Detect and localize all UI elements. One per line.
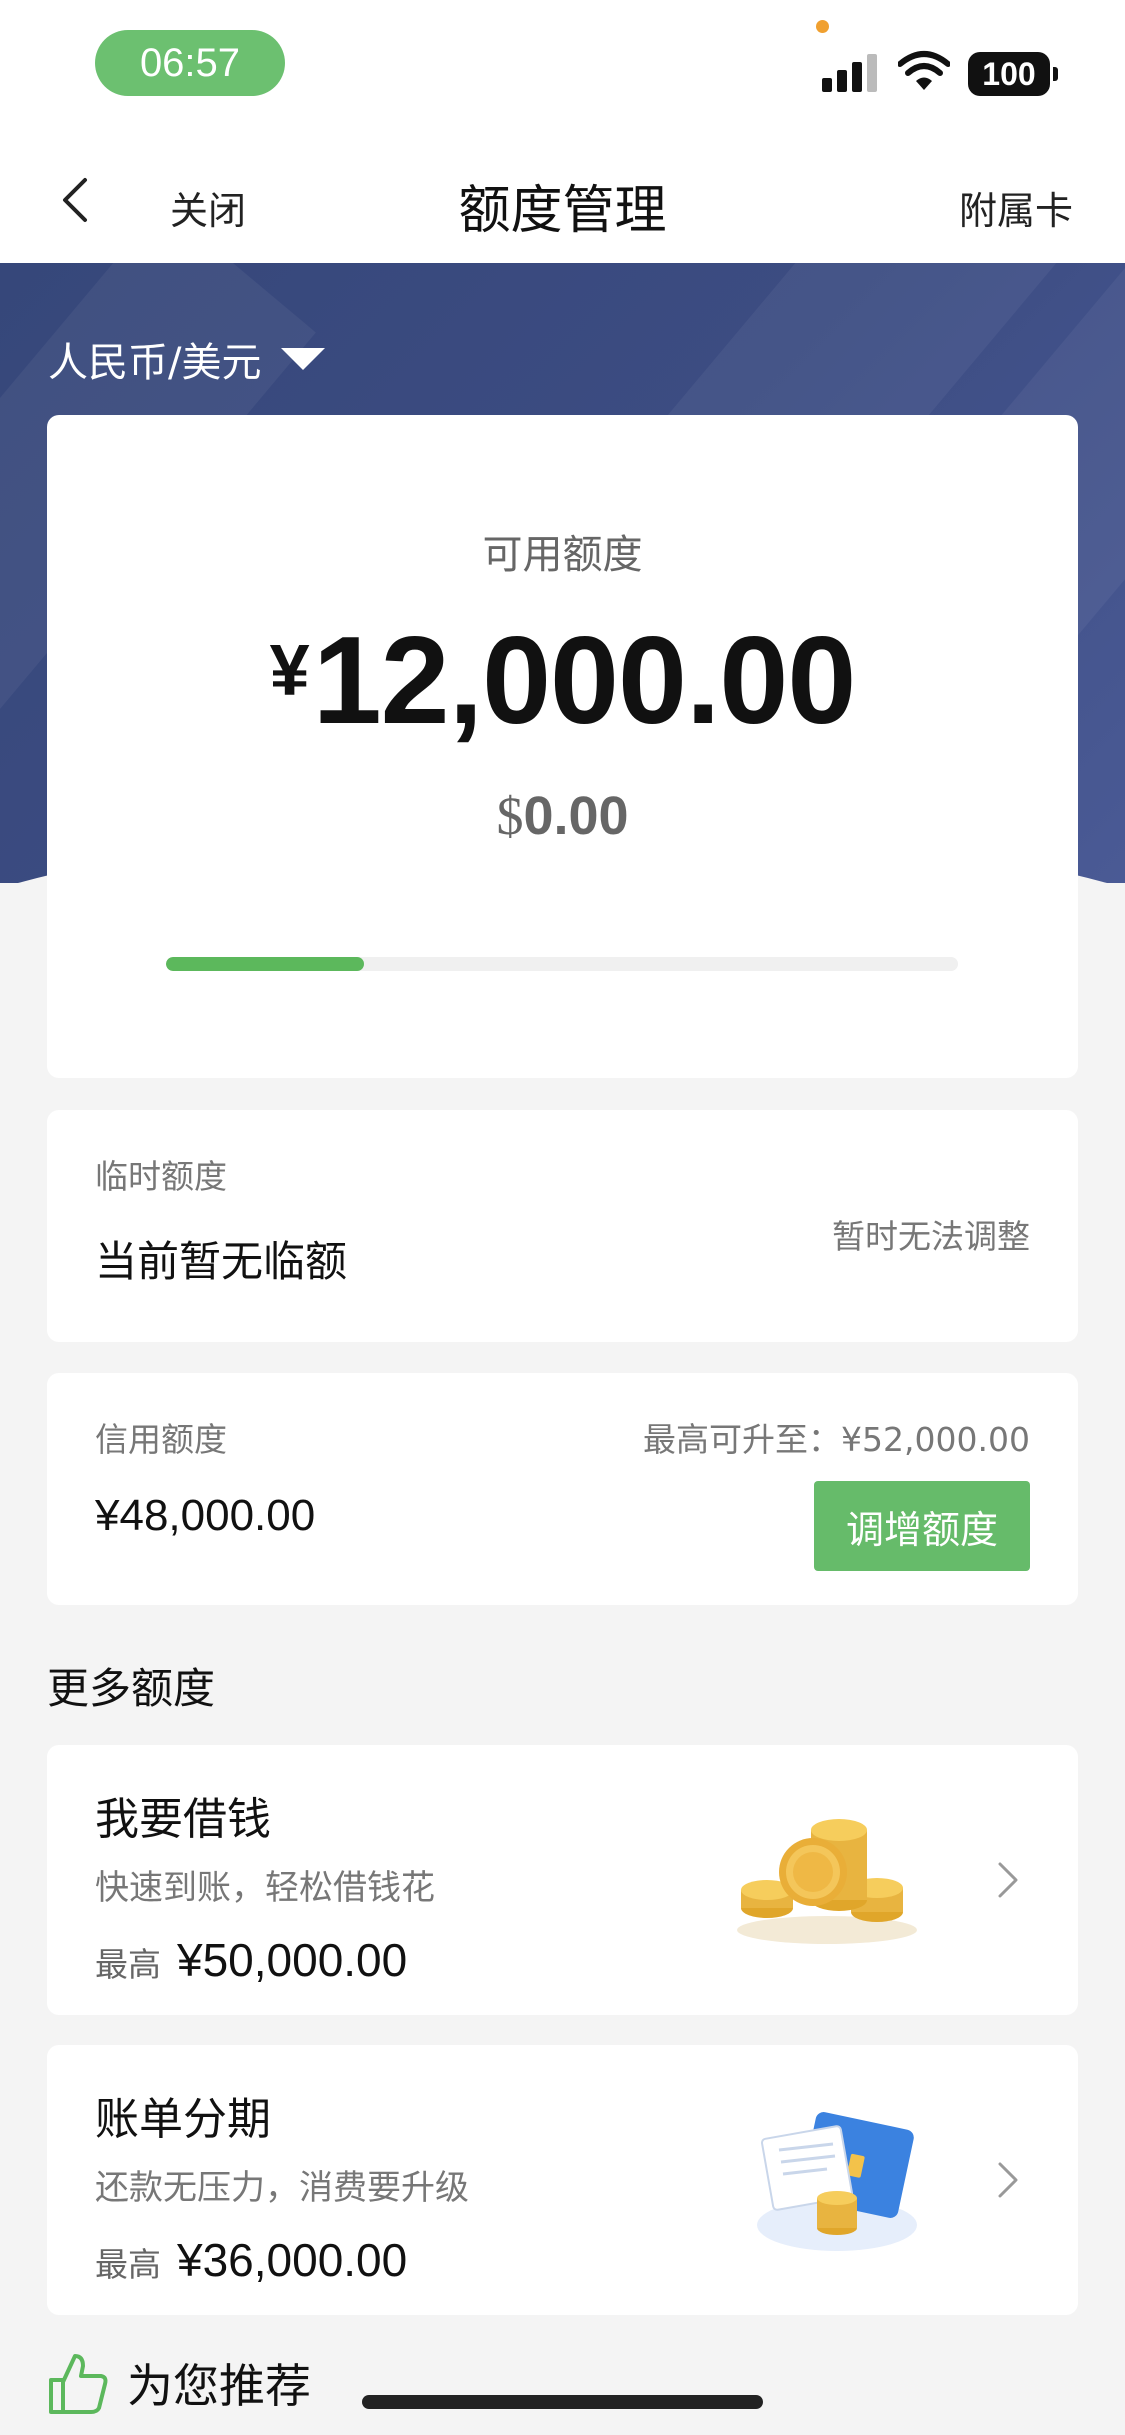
- chevron-right-icon: [998, 2162, 1018, 2198]
- usd-symbol: $: [496, 786, 524, 846]
- offer-max-value: ¥36,000.00: [177, 2234, 408, 2286]
- offer-subtitle: 快速到账，轻松借钱花: [95, 1868, 435, 1908]
- page-title: 额度管理: [458, 181, 667, 241]
- recommend-label: 为您推荐: [127, 2359, 311, 2413]
- wifi-icon: [898, 51, 950, 90]
- card-bill-coins-icon: [757, 2112, 917, 2251]
- credit-limit-value: ¥48,000.00: [95, 1491, 316, 1540]
- offer-max: 最高 ¥50,000.00: [95, 1933, 407, 1987]
- status-time: 06:57: [95, 30, 285, 96]
- more-limits-title: 更多额度: [47, 1664, 216, 1713]
- offer-subtitle: 还款无压力，消费要升级: [95, 2168, 469, 2208]
- offer-max-value: ¥50,000.00: [177, 1934, 408, 1986]
- privacy-indicator-dot: [816, 20, 829, 33]
- offer-card-borrow[interactable]: 我要借钱 快速到账，轻松借钱花 最高 ¥50,000.00: [47, 1745, 1078, 2015]
- credit-limit-card: 信用额度 最高可升至：¥52,000.00 ¥48,000.00 调增额度: [47, 1373, 1078, 1605]
- home-indicator[interactable]: [362, 2395, 763, 2409]
- gold-coins-icon: [737, 1819, 917, 1944]
- limit-usage-progress-fill: [166, 957, 364, 971]
- limit-usage-progress: [166, 957, 958, 971]
- recommend-section-header: 为您推荐: [45, 2350, 311, 2416]
- temporary-limit-card: 临时额度 当前暂无临额 暂时无法调整: [47, 1110, 1078, 1342]
- available-limit-label: 可用额度: [482, 532, 643, 578]
- available-limit-value: 12,000.00: [312, 612, 857, 750]
- cny-symbol: ¥: [269, 631, 310, 711]
- credit-limit-label: 信用额度: [95, 1420, 227, 1459]
- offer-max-label: 最高: [95, 2245, 161, 2284]
- available-limit-card: 可用额度 ¥12,000.00 $0.00: [47, 415, 1078, 1078]
- credit-limit-max-note: 最高可升至：¥52,000.00: [643, 1420, 1030, 1459]
- offer-title: 账单分期: [95, 2094, 271, 2145]
- battery-level: 100: [982, 55, 1036, 92]
- temporary-limit-note: 暂时无法调整: [832, 1217, 1030, 1256]
- offer-max-label: 最高: [95, 1945, 161, 1984]
- battery-icon: 100: [968, 52, 1058, 96]
- caret-down-icon: [281, 348, 326, 370]
- offer-card-installment[interactable]: 账单分期 还款无压力，消费要升级 最高 ¥36,000.00: [47, 2045, 1078, 2315]
- cellular-signal-icon: [822, 52, 878, 92]
- status-bar: 06:57 100: [0, 0, 1125, 135]
- nav-bar: 关闭 额度管理 附属卡: [0, 135, 1125, 263]
- usd-available-amount: $0.00: [47, 785, 1078, 847]
- thumbs-up-icon: [49, 2354, 108, 2414]
- currency-selector[interactable]: 人民币/美元: [48, 330, 326, 388]
- increase-limit-button[interactable]: 调增额度: [814, 1481, 1030, 1571]
- temporary-limit-label: 临时额度: [95, 1157, 227, 1196]
- available-limit-amount: ¥12,000.00: [47, 610, 1078, 752]
- offer-title: 我要借钱: [95, 1794, 271, 1845]
- currency-selector-label: 人民币/美元: [48, 340, 262, 386]
- sub-card-button[interactable]: 附属卡: [959, 180, 1073, 235]
- usd-available-value: 0.00: [523, 786, 629, 846]
- temporary-limit-value: 当前暂无临额: [95, 1237, 348, 1286]
- offer-max: 最高 ¥36,000.00: [95, 2233, 407, 2287]
- chevron-right-icon: [998, 1862, 1018, 1898]
